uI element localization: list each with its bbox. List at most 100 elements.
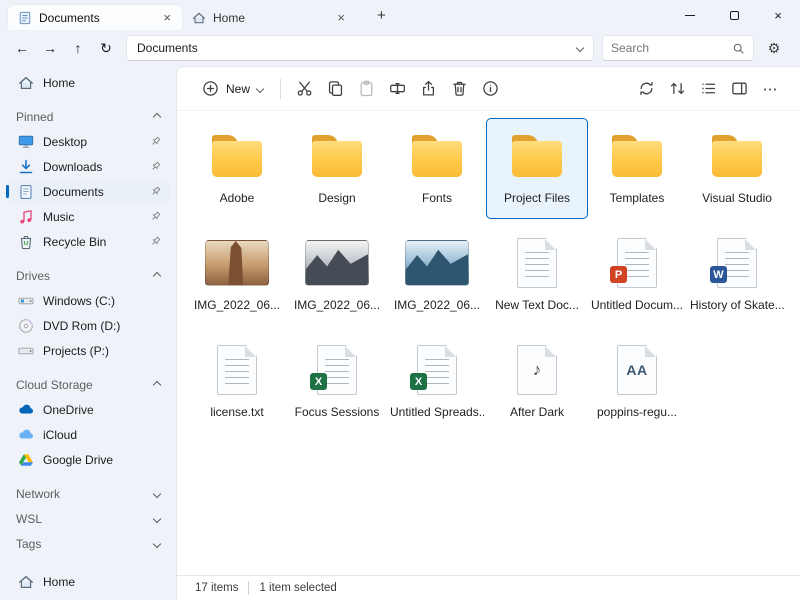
cut-button[interactable] <box>289 73 320 104</box>
file-label: Untitled Spreads... <box>390 405 484 419</box>
paste-button[interactable] <box>351 73 382 104</box>
file-label: Fonts <box>422 191 452 205</box>
copy-icon <box>327 80 344 97</box>
file-label: After Dark <box>510 405 564 419</box>
folder-icon <box>510 128 564 184</box>
file-item-focus-sessions[interactable]: X Focus Sessions <box>287 333 387 432</box>
new-button[interactable]: New <box>193 74 272 103</box>
sidebar-section-cloud-storage[interactable]: Cloud Storage <box>6 373 170 397</box>
file-label: IMG_2022_06... <box>394 298 480 312</box>
sidebar-item-label: Home <box>43 575 162 589</box>
search-icon <box>732 42 745 55</box>
address-text: Documents <box>137 41 198 55</box>
section-label: Drives <box>16 269 50 283</box>
view-button[interactable] <box>693 73 724 104</box>
tab-close-icon[interactable]: × <box>332 10 350 25</box>
sidebar-item-desktop[interactable]: Desktop <box>6 129 170 154</box>
file-item-adobe[interactable]: Adobe <box>187 119 287 218</box>
sidebar-section-network[interactable]: Network <box>6 482 170 506</box>
file-label: New Text Doc... <box>495 298 579 312</box>
file-item-license[interactable]: license.txt <box>187 333 287 432</box>
file-item-img2[interactable]: IMG_2022_06... <box>287 226 387 325</box>
address-bar[interactable]: Documents <box>126 35 594 61</box>
sidebar-item-recycle-bin[interactable]: Recycle Bin <box>6 229 170 254</box>
close-button[interactable]: × <box>756 0 800 30</box>
items-count: 17 items <box>195 582 238 594</box>
tab-documents[interactable]: Documents × <box>8 5 182 30</box>
file-item-img1[interactable]: IMG_2022_06... <box>187 226 287 325</box>
sidebar-item-google-drive[interactable]: Google Drive <box>6 447 170 472</box>
sidebar-item-label: Downloads <box>43 160 140 174</box>
sidebar-item-home-bottom[interactable]: Home <box>6 569 170 594</box>
drive-icon <box>18 343 34 359</box>
more-options-button[interactable]: ⋯ <box>755 73 786 104</box>
section-label: WSL <box>16 512 42 526</box>
font-file-icon: AA <box>617 342 657 398</box>
sidebar-section-wsl[interactable]: WSL <box>6 507 170 531</box>
new-tab-button[interactable]: + <box>370 5 393 26</box>
file-item-visual-studio[interactable]: Visual Studio <box>687 119 787 218</box>
file-item-templates[interactable]: Templates <box>587 119 687 218</box>
sidebar-section-pinned[interactable]: Pinned <box>6 105 170 129</box>
up-button[interactable]: ↑ <box>64 35 92 62</box>
tab-home[interactable]: Home × <box>182 5 356 30</box>
chevron-up-icon <box>153 113 161 121</box>
delete-button[interactable] <box>444 73 475 104</box>
icloud-icon <box>18 427 34 443</box>
file-item-poppins-font[interactable]: AA poppins-regu... <box>587 333 687 432</box>
tab-close-icon[interactable]: × <box>158 10 176 25</box>
sidebar-item-projects[interactable]: Projects (P:) <box>6 338 170 363</box>
folder-icon <box>410 128 464 184</box>
file-item-after-dark[interactable]: ♪ After Dark <box>487 333 587 432</box>
file-item-untitled-spreadsheet[interactable]: X Untitled Spreads... <box>387 333 487 432</box>
sidebar-item-label: Projects (P:) <box>43 344 162 358</box>
settings-gear-button[interactable]: ⚙ <box>760 35 788 62</box>
window-controls: × <box>668 0 800 30</box>
sidebar-item-icloud[interactable]: iCloud <box>6 422 170 447</box>
forward-button[interactable]: → <box>36 35 64 62</box>
details-pane-button[interactable] <box>724 73 755 104</box>
file-item-project-files[interactable]: Project Files <box>487 119 587 218</box>
copy-button[interactable] <box>320 73 351 104</box>
sidebar-item-onedrive[interactable]: OneDrive <box>6 397 170 422</box>
back-button[interactable]: ← <box>8 35 36 62</box>
sidebar-item-label: Desktop <box>43 135 140 149</box>
home-icon <box>18 75 34 91</box>
minimize-button[interactable] <box>668 0 712 30</box>
sidebar-item-home[interactable]: Home <box>6 70 170 95</box>
sidebar-item-windows-c[interactable]: Windows (C:) <box>6 288 170 313</box>
maximize-button[interactable] <box>712 0 756 30</box>
chevron-down-icon[interactable] <box>576 44 584 52</box>
onedrive-icon <box>18 402 34 418</box>
folder-icon <box>210 128 264 184</box>
info-circle-icon <box>482 80 499 97</box>
sort-button[interactable] <box>662 73 693 104</box>
windows-drive-icon <box>18 293 34 309</box>
sidebar-item-music[interactable]: Music <box>6 204 170 229</box>
section-label: Tags <box>16 537 41 551</box>
pin-icon <box>149 235 162 248</box>
properties-button[interactable] <box>475 73 506 104</box>
image-thumbnail <box>305 235 369 291</box>
text-file-icon <box>517 235 557 291</box>
file-item-new-text-doc[interactable]: New Text Doc... <box>487 226 587 325</box>
file-item-design[interactable]: Design <box>287 119 387 218</box>
file-item-img3[interactable]: IMG_2022_06... <box>387 226 487 325</box>
sidebar-item-downloads[interactable]: Downloads <box>6 154 170 179</box>
sync-button[interactable] <box>631 73 662 104</box>
search-box[interactable] <box>602 35 754 61</box>
refresh-button[interactable]: ↻ <box>92 35 120 62</box>
file-item-fonts[interactable]: Fonts <box>387 119 487 218</box>
sidebar-section-drives[interactable]: Drives <box>6 264 170 288</box>
cut-icon <box>296 80 313 97</box>
file-item-untitled-document[interactable]: P Untitled Docum... <box>587 226 687 325</box>
home-icon <box>18 574 34 590</box>
sidebar-section-tags[interactable]: Tags <box>6 532 170 556</box>
file-item-history-of-skate[interactable]: W History of Skate... <box>687 226 787 325</box>
rename-button[interactable] <box>382 73 413 104</box>
sidebar-item-dvd-rom[interactable]: DVD Rom (D:) <box>6 313 170 338</box>
share-button[interactable] <box>413 73 444 104</box>
search-input[interactable] <box>611 41 732 55</box>
rename-icon <box>389 80 406 97</box>
sidebar-item-documents[interactable]: Documents <box>6 179 170 204</box>
